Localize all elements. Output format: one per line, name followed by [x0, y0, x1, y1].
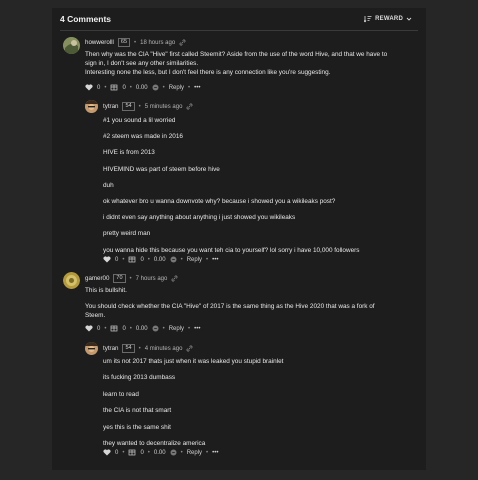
- header-divider: [60, 30, 418, 31]
- repost-count: 0: [122, 84, 126, 91]
- payout-icon: [152, 84, 159, 91]
- more-options-button[interactable]: •••: [194, 326, 200, 332]
- comment-actions: 0 • 0 • 0.00 • Reply • •••: [103, 256, 218, 263]
- avatar[interactable]: [85, 100, 98, 113]
- comment-body: um its not 2017 thats just when it was l…: [103, 354, 283, 452]
- more-options-button[interactable]: •••: [194, 85, 200, 91]
- chevron-down-icon: [406, 17, 412, 21]
- comment-line: Steem.: [85, 312, 106, 319]
- timestamp[interactable]: 5 minutes ago: [145, 104, 183, 110]
- comment-actions: 0 • 0 • 0.00 • Reply • •••: [103, 449, 218, 456]
- reply-button[interactable]: Reply: [169, 85, 184, 91]
- comment-line: yes this is the same shit: [103, 423, 171, 431]
- payout-icon: [152, 325, 159, 332]
- repost-count: 0: [140, 256, 144, 263]
- comment-meta: gamer00 70 • 7 hours ago: [85, 274, 178, 283]
- comment-line: This is bullshit.: [85, 287, 127, 294]
- comment-body: #1 you sound a lil worried #2 steem was …: [103, 113, 359, 259]
- repost-count: 0: [140, 449, 144, 456]
- comment-line: the CIA is not that smart: [103, 407, 172, 415]
- link-icon[interactable]: [171, 275, 178, 282]
- author-name[interactable]: tytran: [103, 103, 118, 110]
- timestamp[interactable]: 7 hours ago: [136, 276, 168, 282]
- payout-value[interactable]: 0.00: [154, 257, 166, 263]
- comment-line: pretty weird man: [103, 230, 151, 238]
- payout-icon: [170, 256, 177, 263]
- heart-icon[interactable]: [103, 449, 111, 456]
- reputation-badge: 70: [113, 274, 126, 283]
- comment-line: sign in, I don't see any other similarit…: [85, 60, 199, 67]
- payout-value[interactable]: 0.00: [136, 85, 148, 91]
- repost-icon[interactable]: [128, 449, 136, 456]
- link-icon[interactable]: [186, 345, 193, 352]
- reputation-badge: 54: [122, 102, 135, 111]
- author-name[interactable]: howwerolll: [85, 39, 114, 46]
- comment-actions: 0 • 0 • 0.00 • Reply • •••: [85, 84, 200, 91]
- comment-body: This is bullshit. You should check wheth…: [85, 286, 375, 320]
- comment-line: HIVEMIND was part of steem before hive: [103, 165, 220, 173]
- heart-icon[interactable]: [85, 84, 93, 91]
- avatar[interactable]: [85, 342, 98, 355]
- vote-count: 0: [115, 256, 119, 263]
- comment-body: Then why was the CIA "Hive" first called…: [85, 50, 387, 77]
- comment-line: Interesting none the less, but I don't f…: [85, 69, 331, 76]
- comment-line: um its not 2017 thats just when it was l…: [103, 358, 284, 365]
- comments-count-title: 4 Comments: [60, 14, 112, 24]
- comment-line: HIVE is from 2013: [103, 149, 155, 157]
- comment-line: its fucking 2013 dumbass: [103, 374, 176, 382]
- payout-value[interactable]: 0.00: [136, 326, 148, 332]
- comment-line: You should check whether the CIA "Hive" …: [85, 303, 375, 310]
- comment-meta: howwerolll 65 • 18 hours ago: [85, 38, 186, 47]
- comment-line: #1 you sound a lil worried: [103, 117, 176, 124]
- repost-icon[interactable]: [128, 256, 136, 263]
- comment-line: duh: [103, 181, 114, 189]
- sort-label: REWARD: [375, 16, 403, 22]
- comment-line: #2 steem was made in 2016: [103, 133, 183, 141]
- heart-icon[interactable]: [103, 256, 111, 263]
- link-icon[interactable]: [186, 103, 193, 110]
- comment-meta: tytran 54 • 5 minutes ago: [103, 102, 193, 111]
- author-name[interactable]: gamer00: [85, 275, 109, 282]
- payout-icon: [170, 449, 177, 456]
- reputation-badge: 65: [117, 38, 131, 47]
- comment-line: i didnt even say anything about anything…: [103, 214, 296, 222]
- comment-line: Then why was the CIA "Hive" first called…: [85, 51, 388, 58]
- comment-meta: tytran 54 • 4 minutes ago: [103, 344, 193, 353]
- repost-icon[interactable]: [110, 325, 118, 332]
- heart-icon[interactable]: [85, 325, 93, 332]
- sort-dropdown[interactable]: REWARD: [364, 15, 412, 23]
- more-options-button[interactable]: •••: [212, 450, 218, 456]
- comment-line: ok whatever bro u wanna downvote why? be…: [103, 198, 336, 206]
- payout-value[interactable]: 0.00: [154, 450, 166, 456]
- avatar[interactable]: [63, 272, 80, 289]
- vote-count: 0: [97, 84, 101, 91]
- comment-line: learn to read: [103, 390, 139, 398]
- vote-count: 0: [97, 325, 101, 332]
- link-icon[interactable]: [179, 39, 186, 46]
- reputation-badge: 54: [122, 344, 135, 353]
- reply-button[interactable]: Reply: [169, 326, 184, 332]
- author-name[interactable]: tytran: [103, 345, 118, 352]
- sort-icon: [364, 16, 372, 23]
- timestamp[interactable]: 18 hours ago: [140, 40, 175, 46]
- timestamp[interactable]: 4 minutes ago: [145, 346, 183, 352]
- avatar[interactable]: [63, 37, 80, 54]
- comments-header: 4 Comments REWARD: [60, 14, 418, 28]
- reply-button[interactable]: Reply: [187, 450, 202, 456]
- repost-icon[interactable]: [110, 84, 118, 91]
- vote-count: 0: [115, 449, 119, 456]
- more-options-button[interactable]: •••: [212, 257, 218, 263]
- comment-actions: 0 • 0 • 0.00 • Reply • •••: [85, 325, 200, 332]
- reply-button[interactable]: Reply: [187, 257, 202, 263]
- repost-count: 0: [122, 325, 126, 332]
